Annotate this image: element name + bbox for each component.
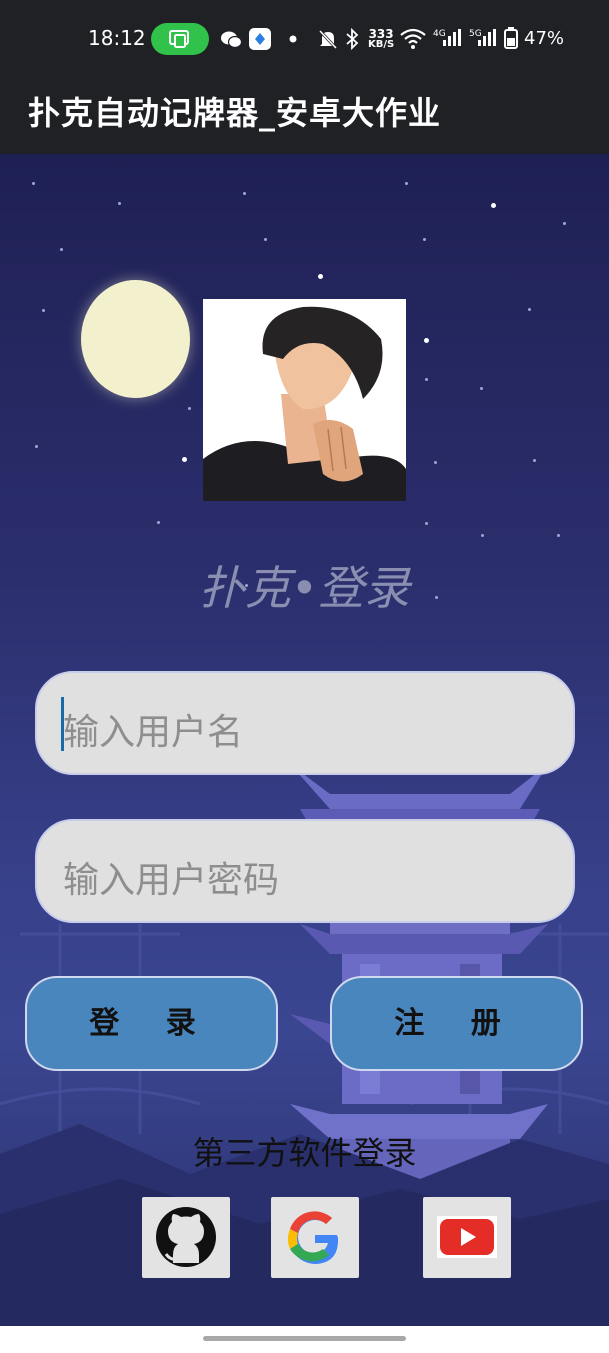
star [32,182,35,185]
star [480,387,483,390]
third-party-login-label: 第三方软件登录 [192,1134,417,1172]
wechat-icon [220,26,243,52]
home-gesture-handle[interactable] [203,1336,406,1341]
username-input[interactable]: 输入用户名 [35,671,575,775]
battery-icon [503,26,519,52]
screen-cast-icon[interactable] [151,23,209,55]
star [563,222,566,225]
star [157,521,160,524]
star [42,309,45,312]
user-avatar [203,299,406,501]
star [528,308,531,311]
bluetooth-icon [344,26,360,52]
login-button[interactable]: 登 录 [25,976,278,1071]
star [60,248,63,251]
signal-icon [470,26,496,52]
youtube-login-button[interactable] [423,1197,511,1278]
star [118,202,121,205]
network-speed: 333 KB/S [368,27,395,50]
wifi-icon [399,26,427,52]
app-notification-icon [248,26,272,52]
github-icon [156,1207,216,1267]
star [533,459,536,462]
register-button[interactable]: 注 册 [330,976,583,1071]
star [491,203,496,208]
app-title: 扑克自动记牌器_安卓大作业 [28,94,442,132]
star [318,274,323,279]
password-placeholder: 输入用户密码 [63,860,280,901]
mute-icon [318,26,338,52]
star [182,457,187,462]
login-title: 扑克•登录 [198,561,411,615]
star [425,378,428,381]
star [557,534,560,537]
star [423,238,426,241]
star [264,238,267,241]
navigation-bar [0,1326,609,1353]
star [424,338,429,343]
star [243,192,246,195]
star [35,445,38,448]
moon-illustration [81,280,190,398]
google-login-button[interactable] [271,1197,359,1278]
dot-icon [288,26,298,52]
star [481,534,484,537]
star [434,461,437,464]
status-bar: 18:12 333 KB/S 4G 5G 47% [0,0,609,78]
battery-percent: 47% [524,28,565,49]
youtube-icon [437,1216,497,1258]
star [405,182,408,185]
signal-icon [435,26,461,52]
password-input[interactable]: 输入用户密码 [35,819,575,923]
star [188,407,191,410]
status-time: 18:12 [88,26,146,50]
username-placeholder: 输入用户名 [63,712,244,753]
github-login-button[interactable] [142,1197,230,1278]
star [425,522,428,525]
google-icon [288,1211,339,1264]
